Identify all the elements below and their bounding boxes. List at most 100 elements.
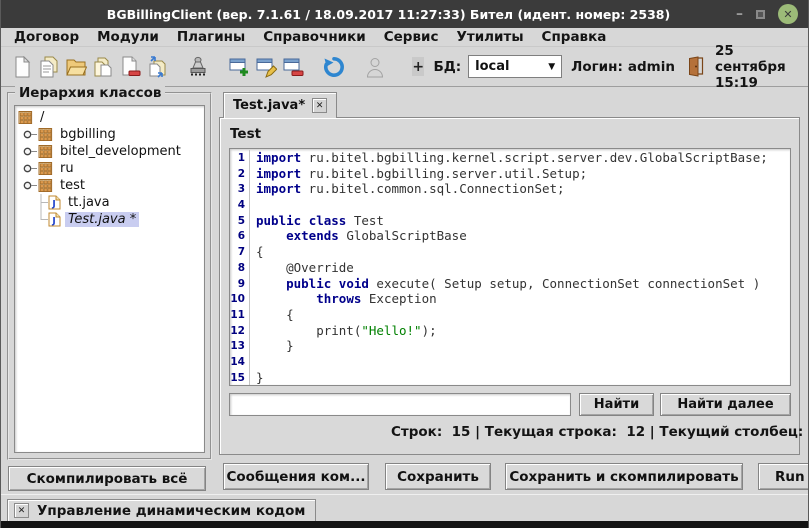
tree-item-label: bitel_development xyxy=(60,144,181,159)
line-number: 4 xyxy=(230,197,250,213)
line-number: 15 xyxy=(230,369,250,385)
tree-expand-handle-icon[interactable] xyxy=(22,126,38,143)
add-window-icon xyxy=(228,56,250,78)
code-line-11: 11 { xyxy=(230,306,790,323)
code-editor[interactable]: 1 import ru.bitel.bgbilling.kernel.script… xyxy=(229,148,791,386)
svg-text:J: J xyxy=(51,200,55,210)
code-text: import ru.bitel.common.sql.ConnectionSet… xyxy=(256,181,565,197)
code-line-10: 10 throws Exception xyxy=(230,291,790,307)
tree-item-tt-java[interactable]: Jtt.java xyxy=(15,194,204,211)
tree-item-label: test xyxy=(60,178,85,193)
remove-document-icon xyxy=(119,56,141,78)
tree-item-bitel-development[interactable]: bitel_development xyxy=(15,143,204,160)
minimize-button[interactable]: – xyxy=(736,7,743,21)
login-label: Логин: xyxy=(571,58,623,75)
menu-item-7[interactable]: Справка xyxy=(533,29,616,45)
line-number: 3 xyxy=(230,181,250,198)
window-bottom-edge xyxy=(1,521,808,528)
toolbar: + БД: local ▼ Логин: admin 25 сентября 1… xyxy=(1,43,808,91)
code-text: import ru.bitel.bgbilling.kernel.script.… xyxy=(256,150,768,165)
remove-window-button[interactable] xyxy=(279,54,306,80)
code-line-6: 6 extends GlobalScriptBase xyxy=(230,228,790,245)
code-text: } xyxy=(256,369,264,385)
menu-item-6[interactable]: Утилиты xyxy=(447,29,532,45)
refresh-button[interactable] xyxy=(320,54,347,80)
sync-documents-button[interactable] xyxy=(143,54,170,80)
edit-window-button[interactable] xyxy=(252,54,279,80)
code-line-13: 13 } xyxy=(230,338,790,354)
tree-item-label: / xyxy=(40,110,45,125)
save-button[interactable]: Сохранить xyxy=(385,463,491,490)
new-document-icon xyxy=(12,55,32,78)
code-line-2: 2 import ru.bitel.bgbilling.server.util.S… xyxy=(230,165,790,182)
tab-test-java[interactable]: Test.java* ✕ xyxy=(223,92,338,118)
tree-item-test-java[interactable]: J Test.java * xyxy=(15,211,204,228)
code-line-9: 9 public void execute( Setup setup, Conn… xyxy=(230,275,790,292)
compile-all-button[interactable]: Скомпилировать всё xyxy=(8,466,206,491)
dropdown-arrow-icon: ▼ xyxy=(548,61,556,72)
open-folder-button[interactable] xyxy=(62,54,89,80)
tree-item-test[interactable]: test xyxy=(15,177,204,194)
code-line-12: 12 print("Hello!"); xyxy=(230,322,790,339)
exit-door-icon[interactable] xyxy=(686,56,705,77)
menu-bar: Договор Модули Плагины Справочники Сервис Ути… xyxy=(1,28,808,47)
copy-documents-icon xyxy=(38,56,60,78)
remove-document-button[interactable] xyxy=(116,54,143,80)
close-button[interactable]: ✕ xyxy=(778,4,798,24)
tree-item-label: bgbilling xyxy=(60,127,116,142)
database-selected-value: local xyxy=(475,59,510,74)
user-button[interactable] xyxy=(361,54,388,80)
add-database-button[interactable]: + xyxy=(412,57,425,76)
refresh-icon xyxy=(323,56,345,78)
tree-item-label: Test.java * xyxy=(65,212,140,227)
title-bar[interactable]: BGBillingClient (вер. 7.1.61 / 18.09.201… xyxy=(1,0,808,28)
menu-item-2[interactable]: Модули xyxy=(88,29,168,45)
stamp-button[interactable] xyxy=(184,54,211,80)
code-line-1: 1 import ru.bitel.bgbilling.kernel.script… xyxy=(230,150,790,166)
menu-item-5[interactable]: Сервис xyxy=(375,29,448,45)
toolbar-icons xyxy=(8,54,388,80)
tree-expand-handle-icon[interactable] xyxy=(22,177,38,194)
database-select[interactable]: local ▼ xyxy=(468,55,563,78)
tree-expand-handle-icon[interactable] xyxy=(22,143,38,160)
package-icon xyxy=(38,127,53,142)
tree-item-[interactable]: / xyxy=(15,109,204,126)
tree-expand-handle-icon[interactable] xyxy=(22,160,38,177)
code-text: { xyxy=(256,306,294,322)
package-icon xyxy=(38,178,53,193)
tree-item-bgbilling[interactable]: bgbilling xyxy=(15,126,204,143)
tree-item-label: ru xyxy=(60,161,74,176)
find-button[interactable]: Найти xyxy=(579,393,654,416)
documents-stack-button[interactable] xyxy=(89,54,116,80)
tree-connector-line xyxy=(34,194,48,211)
menu-item-3[interactable]: Плагины xyxy=(168,29,254,45)
tree-item-ru[interactable]: ru xyxy=(15,160,204,177)
search-input[interactable] xyxy=(229,393,571,416)
bottom-tab-close-icon[interactable]: ✕ xyxy=(14,503,29,518)
tab-label: Test.java* xyxy=(233,98,306,113)
compiler-messages-button[interactable]: Сообщения ком... xyxy=(223,463,369,490)
package-icon xyxy=(38,161,53,176)
code-text: @Override xyxy=(256,259,354,275)
window-title: BGBillingClient (вер. 7.1.61 / 18.09.201… xyxy=(106,6,671,22)
new-document-button[interactable] xyxy=(8,54,35,80)
svg-text:J: J xyxy=(51,217,55,227)
tab-close-icon[interactable]: ✕ xyxy=(312,98,328,113)
edit-window-icon xyxy=(255,56,277,78)
app-window: BGBillingClient (вер. 7.1.61 / 18.09.201… xyxy=(0,0,809,528)
save-and-compile-button[interactable]: Сохранить и скомпилировать xyxy=(505,463,743,490)
find-next-button[interactable]: Найти далее xyxy=(660,393,791,416)
class-tree[interactable]: / bgbilling bitel_developmentru test Jtt.jav… xyxy=(14,105,205,453)
menu-item-1[interactable]: Договор xyxy=(5,29,88,45)
menu-item-4[interactable]: Справочники xyxy=(254,29,375,45)
copy-documents-button[interactable] xyxy=(35,54,62,80)
line-number: 7 xyxy=(230,244,250,260)
run-button[interactable]: Run xyxy=(758,463,808,490)
add-window-button[interactable] xyxy=(225,54,252,80)
maximize-button[interactable] xyxy=(756,9,765,19)
code-line-8: 8 @Override xyxy=(230,259,790,276)
code-text: { xyxy=(256,244,264,260)
bottom-tab-bar: ✕ Управление динамическим кодом xyxy=(1,494,808,522)
tab-dynamic-code-management[interactable]: ✕ Управление динамическим кодом xyxy=(7,499,317,522)
class-name-label: Test xyxy=(230,126,262,142)
